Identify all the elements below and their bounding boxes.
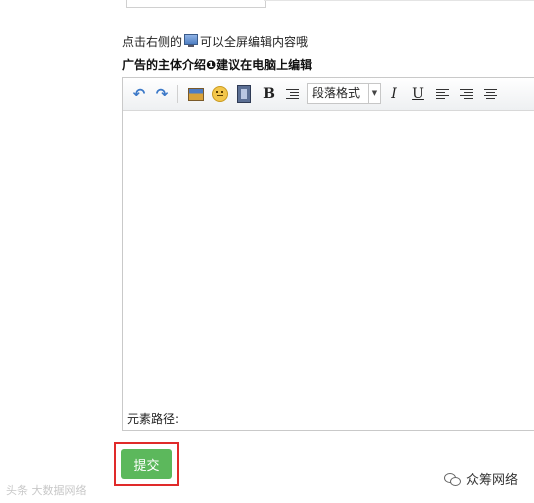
editor-content-area[interactable] — [123, 111, 534, 408]
indent-icon[interactable] — [282, 84, 302, 104]
chevron-down-icon: ▼ — [368, 84, 380, 103]
watermark-right-text: 众筹网络 — [466, 473, 519, 488]
align-left-icon[interactable] — [432, 84, 452, 104]
element-path-label: 元素路径: — [127, 412, 180, 426]
bold-icon: B — [263, 86, 275, 102]
watermark-right: 众筹网络 — [444, 469, 518, 488]
paragraph-format-select[interactable]: 段落格式 ▼ — [307, 83, 381, 104]
emoji-icon[interactable] — [210, 84, 230, 104]
fullscreen-hint: 点击右侧的 可以全屏编辑内容哦 — [122, 33, 308, 50]
underline-icon: U — [412, 86, 424, 102]
wechat-icon — [444, 472, 462, 486]
hint-text-before: 点击右侧的 — [122, 35, 183, 49]
insert-image-icon[interactable] — [186, 84, 206, 104]
rich-text-editor: ↶ ↷ B 段落格式 ▼ I U 元素路径: — [122, 77, 534, 431]
editor-toolbar: ↶ ↷ B 段落格式 ▼ I U — [123, 78, 534, 111]
underline-button[interactable]: U — [408, 84, 428, 104]
watermark-left: 头条 大数据网络 — [6, 484, 87, 497]
submit-button[interactable]: 提交 — [121, 449, 172, 479]
italic-icon: I — [391, 86, 397, 102]
intro-label: 广告的主体介绍❶建议在电脑上编辑 — [122, 58, 313, 72]
submit-highlight-frame: 提交 — [114, 442, 179, 486]
toolbar-separator — [177, 85, 178, 103]
align-right-icon[interactable] — [456, 84, 476, 104]
italic-button[interactable]: I — [384, 84, 404, 104]
fullscreen-monitor-icon — [184, 34, 199, 47]
insert-video-icon[interactable] — [234, 84, 254, 104]
top-partial-box — [126, 0, 266, 8]
align-center-icon[interactable] — [480, 84, 500, 104]
paragraph-format-value: 段落格式 — [312, 86, 361, 100]
bold-button[interactable]: B — [259, 84, 279, 104]
undo-icon[interactable]: ↶ — [129, 84, 149, 104]
redo-icon[interactable]: ↷ — [152, 84, 172, 104]
top-divider — [264, 0, 534, 1]
hint-text-after: 可以全屏编辑内容哦 — [200, 35, 309, 49]
